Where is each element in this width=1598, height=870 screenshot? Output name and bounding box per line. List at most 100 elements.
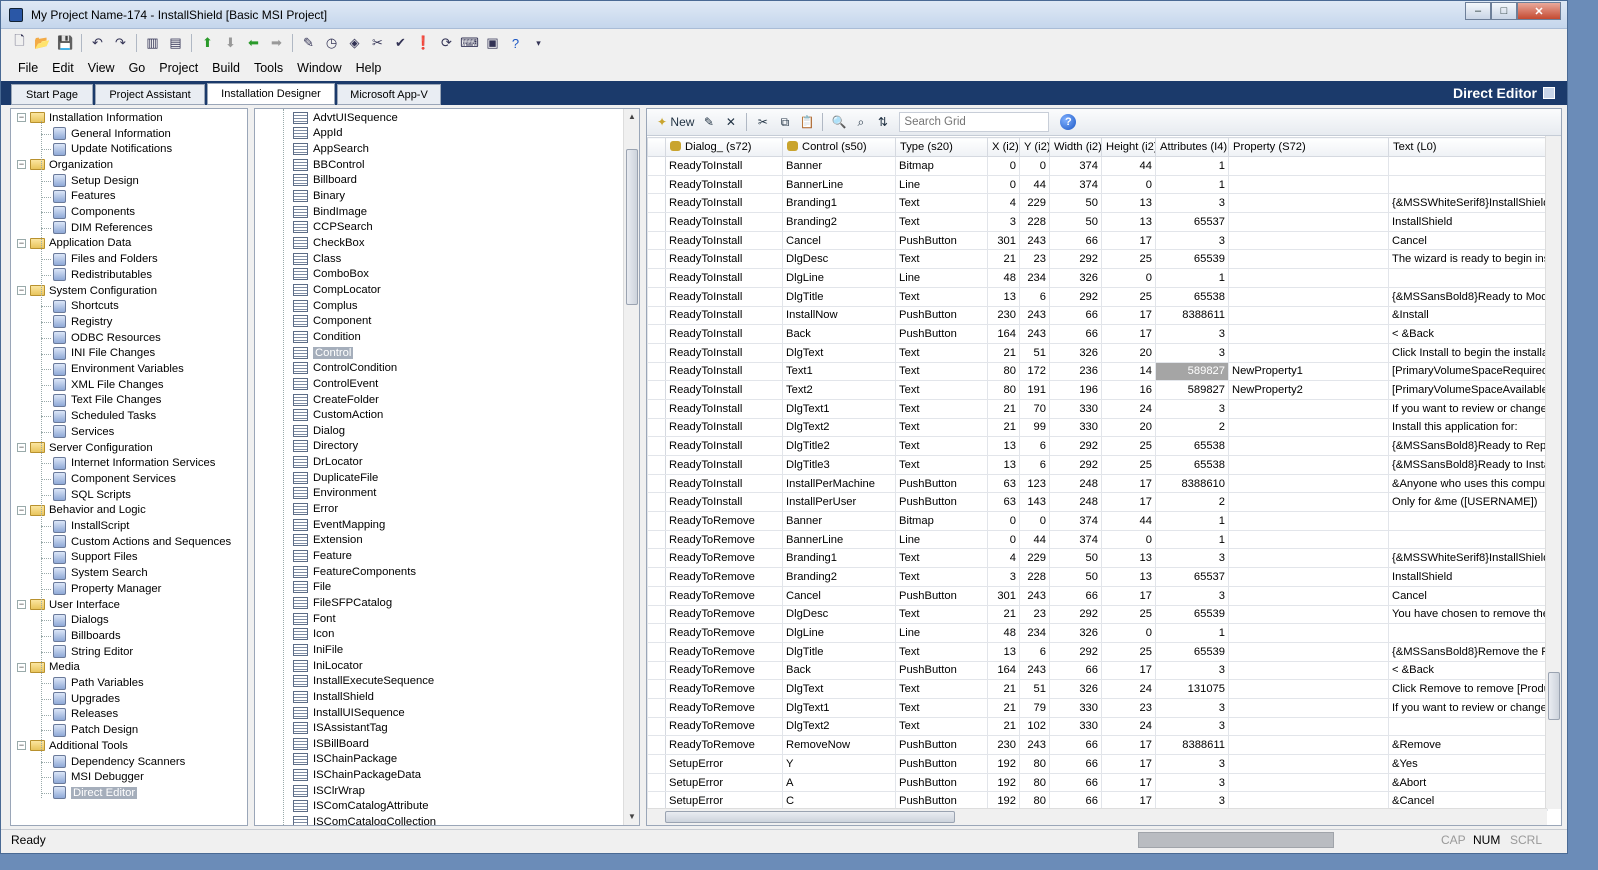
grid-cell[interactable]: 243 xyxy=(1019,305,1050,326)
grid-cell[interactable]: 292 xyxy=(1049,455,1102,475)
grid-cell[interactable]: 4 xyxy=(987,193,1020,214)
grid-cell[interactable]: 48 xyxy=(987,623,1020,643)
grid-cell[interactable]: 66 xyxy=(1049,585,1102,606)
grid-cell[interactable]: 51 xyxy=(1019,679,1050,699)
grid-cell[interactable]: 17 xyxy=(1101,473,1156,494)
grid-cell[interactable] xyxy=(1388,174,1548,195)
grid-cell[interactable]: 1 xyxy=(1155,156,1229,176)
grid-cell[interactable] xyxy=(1228,398,1389,419)
grid-cell[interactable] xyxy=(1228,174,1389,195)
grid-cell[interactable]: 44 xyxy=(1019,529,1050,550)
table-list-item[interactable]: EventMapping xyxy=(293,517,385,533)
column-header[interactable]: Control (s50) xyxy=(782,137,896,157)
grid-cell[interactable]: 330 xyxy=(1049,716,1102,737)
installshield-app-icon[interactable] xyxy=(9,8,23,22)
row-selector[interactable] xyxy=(647,754,666,774)
row-selector[interactable] xyxy=(647,324,666,344)
grid-cell[interactable]: 17 xyxy=(1101,772,1156,793)
grid-cell[interactable]: DlgText1 xyxy=(782,697,896,718)
grid-cell[interactable]: 230 xyxy=(987,735,1020,755)
grid-cell[interactable] xyxy=(1228,492,1389,513)
grid-cell[interactable]: Text xyxy=(895,716,988,737)
menu-view[interactable]: View xyxy=(81,59,122,79)
grid-cell[interactable]: 65539 xyxy=(1155,604,1229,625)
table-list-item[interactable]: Class xyxy=(293,251,341,267)
edit-icon[interactable]: ✎ xyxy=(699,112,718,132)
table-row[interactable]: ReadyToRemove Cancel PushButton 301 243 66 17 3… xyxy=(647,585,1548,606)
grid-cell[interactable] xyxy=(1228,156,1389,176)
grid-cell[interactable]: The wizard is ready to begin ins xyxy=(1388,249,1548,270)
grid-cell[interactable]: 21 xyxy=(987,697,1020,718)
grid-cell[interactable]: DlgTitle2 xyxy=(782,436,896,456)
tree-item[interactable]: Shortcuts xyxy=(53,298,119,314)
grid-cell[interactable]: 25 xyxy=(1101,436,1156,456)
grid-cell[interactable]: Line xyxy=(895,268,988,288)
column-header[interactable]: Y (i2) xyxy=(1019,137,1050,157)
grid-cell[interactable] xyxy=(1228,623,1389,643)
grid-cell[interactable]: DlgTitle3 xyxy=(782,455,896,475)
minimize-button[interactable]: – xyxy=(1465,2,1491,20)
grid-cell[interactable]: 65537 xyxy=(1155,567,1229,587)
tree-item[interactable]: Update Notifications xyxy=(53,141,172,157)
table-list-item[interactable]: File xyxy=(293,580,331,596)
toggle-output-pane-icon[interactable]: ▤ xyxy=(165,33,186,54)
row-selector[interactable] xyxy=(647,455,666,475)
grid-cell[interactable]: 143 xyxy=(1019,492,1050,513)
grid-cell[interactable]: 66 xyxy=(1049,305,1102,326)
new-file-icon[interactable]: 🗋 xyxy=(9,33,30,54)
grid-cell[interactable]: 21 xyxy=(987,417,1020,438)
delete-icon[interactable]: ✕ xyxy=(721,112,740,132)
maximize-button[interactable]: □ xyxy=(1491,2,1517,20)
grid-cell[interactable]: 8388611 xyxy=(1155,735,1229,755)
grid-cell[interactable] xyxy=(1228,417,1389,438)
tree-item[interactable]: Registry xyxy=(53,314,112,330)
grid-cell[interactable]: DlgTitle xyxy=(782,641,896,662)
grid-cell[interactable]: Y xyxy=(782,754,896,774)
grid-cell[interactable]: 20 xyxy=(1101,342,1156,363)
grid-cell[interactable]: 228 xyxy=(1019,567,1050,587)
row-selector[interactable] xyxy=(647,716,666,737)
search-grid-input[interactable] xyxy=(899,112,1050,132)
table-row[interactable]: ReadyToInstall Banner Bitmap 0 0 374 44 1 xyxy=(647,156,1548,176)
grid-cell[interactable]: 243 xyxy=(1019,585,1050,606)
grid-cell[interactable]: 0 xyxy=(1101,174,1156,195)
grid-cell[interactable]: 326 xyxy=(1049,342,1102,363)
tree-item[interactable]: ODBC Resources xyxy=(53,330,161,346)
grid-cell[interactable]: 0 xyxy=(987,511,1020,531)
table-row[interactable]: ReadyToRemove BannerLine Line 0 44 374 0 1 xyxy=(647,529,1548,550)
grid-cell[interactable]: 3 xyxy=(1155,230,1229,251)
grid-cell[interactable]: ReadyToRemove xyxy=(665,679,783,699)
grid-cell[interactable]: Text xyxy=(895,342,988,363)
grid-cell[interactable]: 3 xyxy=(1155,697,1229,718)
grid-cell[interactable]: Back xyxy=(782,660,896,681)
row-selector[interactable] xyxy=(647,697,666,718)
grid-cell[interactable]: 234 xyxy=(1019,268,1050,288)
grid-cell[interactable]: PushButton xyxy=(895,230,988,251)
row-selector[interactable] xyxy=(647,641,666,662)
grid-cell[interactable]: DlgDesc xyxy=(782,249,896,270)
row-selector[interactable] xyxy=(647,604,666,625)
grid-cell[interactable]: Branding2 xyxy=(782,212,896,232)
grid-cell[interactable]: ReadyToRemove xyxy=(665,567,783,587)
table-list-item[interactable]: Dialog xyxy=(293,423,345,439)
column-header[interactable]: Width (i2) xyxy=(1049,137,1102,157)
grid-cell[interactable]: Text xyxy=(895,380,988,400)
cut-icon[interactable]: ✂ xyxy=(753,112,772,132)
grid-cell[interactable]: 1 xyxy=(1155,511,1229,531)
grid-cell[interactable]: 44 xyxy=(1101,511,1156,531)
grid-cell[interactable]: 24 xyxy=(1101,398,1156,419)
grid-cell[interactable]: 330 xyxy=(1049,417,1102,438)
build-icon[interactable]: ✎ xyxy=(298,33,319,54)
grid-cell[interactable]: ReadyToInstall xyxy=(665,492,783,513)
row-selector[interactable] xyxy=(647,156,666,176)
grid-cell[interactable]: 228 xyxy=(1019,212,1050,232)
table-row[interactable]: ReadyToRemove DlgTitle Text 13 6 292 25 65539 {&… xyxy=(647,641,1548,662)
grid-cell[interactable]: Banner xyxy=(782,156,896,176)
grid-cell[interactable]: &Abort xyxy=(1388,772,1548,793)
grid-cell[interactable]: 0 xyxy=(1101,268,1156,288)
grid-cell[interactable]: Branding2 xyxy=(782,567,896,587)
grid-cell[interactable]: 25 xyxy=(1101,249,1156,270)
grid-cell[interactable]: ReadyToInstall xyxy=(665,268,783,288)
grid-cell[interactable]: ReadyToInstall xyxy=(665,324,783,344)
grid-cell[interactable]: 6 xyxy=(1019,641,1050,662)
